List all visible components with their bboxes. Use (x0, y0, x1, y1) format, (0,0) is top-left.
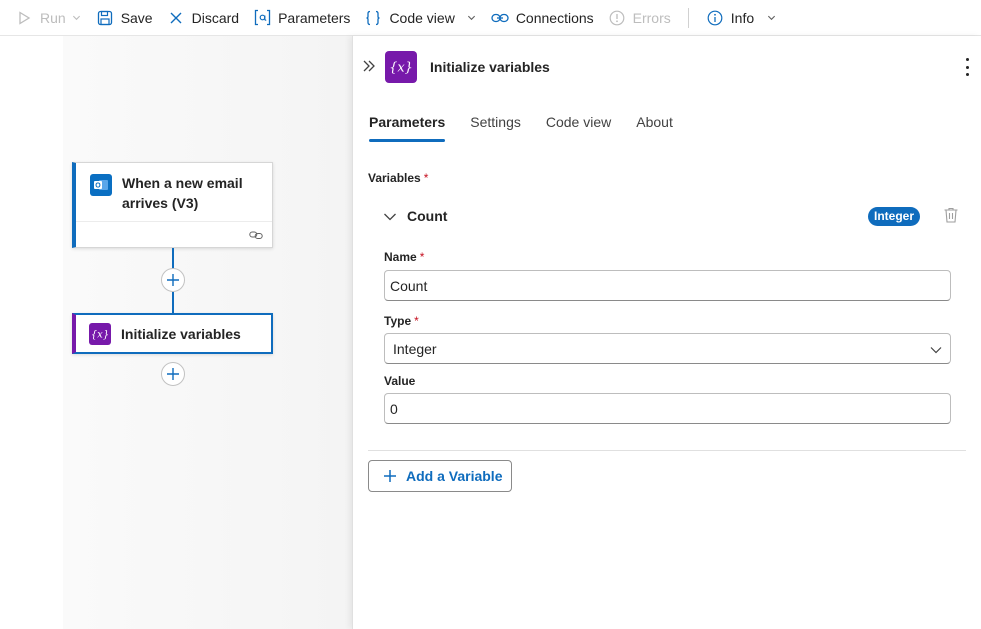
type-badge: Integer (868, 207, 921, 226)
panel-header: {x} Initialize variables (353, 36, 981, 98)
collapse-panel-icon[interactable] (361, 58, 377, 74)
parameters-button[interactable]: Parameters (246, 2, 357, 34)
trigger-card[interactable]: O When a new email arrives (V3) (72, 162, 273, 248)
panel-tabs: Parameters Settings Code view About (369, 110, 698, 142)
plus-icon (383, 469, 397, 483)
braces-icon (364, 9, 382, 27)
variables-icon: {x} (385, 51, 417, 83)
designer-toolbar: Run Save Discard Parameters Code view Co… (0, 0, 981, 36)
connections-label: Connections (515, 9, 594, 26)
required-marker: * (414, 314, 419, 328)
type-label: Type * (384, 314, 419, 328)
run-label: Run (40, 9, 66, 26)
discard-label: Discard (191, 9, 240, 26)
name-input-value: Count (390, 277, 428, 294)
errors-button[interactable]: Errors (601, 2, 678, 34)
save-label: Save (120, 9, 153, 26)
value-label-text: Value (384, 374, 416, 388)
svg-text:O: O (95, 183, 101, 190)
variables-label-text: Variables (368, 171, 421, 185)
value-label: Value (384, 374, 415, 388)
connections-button[interactable]: Connections (484, 2, 601, 34)
panel-title: Initialize variables (430, 59, 550, 75)
connector-line (172, 292, 174, 313)
value-input-value: 0 (390, 400, 398, 417)
add-variable-label: Add a Variable (406, 468, 503, 484)
plus-icon (167, 274, 179, 286)
action-title: Initialize variables (121, 325, 241, 342)
trigger-card-footer (76, 221, 272, 247)
errors-label: Errors (632, 9, 671, 26)
play-icon (15, 9, 33, 27)
tab-code-view[interactable]: Code view (546, 110, 611, 138)
outlook-icon: O (90, 174, 112, 196)
parameters-icon (253, 9, 271, 27)
info-icon (706, 9, 724, 27)
link-icon (249, 228, 263, 242)
save-button[interactable]: Save (89, 2, 160, 34)
delete-icon[interactable] (942, 206, 960, 224)
chevron-down-icon (930, 343, 942, 355)
connector-line (172, 248, 174, 270)
chevron-down-icon (72, 13, 82, 23)
code-view-label: Code view (389, 9, 455, 26)
chevron-down-icon (467, 13, 477, 23)
plus-icon (167, 368, 179, 380)
tab-about[interactable]: About (636, 110, 673, 138)
close-icon (167, 9, 185, 27)
variable-header[interactable]: Count Integer (383, 206, 963, 228)
chevron-down-icon[interactable] (383, 210, 397, 224)
save-icon (96, 9, 114, 27)
variables-icon: {x} (89, 322, 111, 345)
variable-header-name: Count (407, 208, 448, 224)
name-label-text: Name (384, 250, 417, 264)
insert-step-button[interactable] (161, 268, 185, 292)
name-label: Name * (384, 250, 424, 264)
tab-settings[interactable]: Settings (470, 110, 521, 138)
type-dropdown-value: Integer (393, 340, 437, 357)
section-divider (368, 450, 966, 451)
tab-parameters[interactable]: Parameters (369, 110, 446, 142)
workflow-canvas[interactable]: O When a new email arrives (V3) {x} Init… (0, 36, 352, 629)
value-input[interactable]: 0 (384, 393, 951, 424)
add-step-button[interactable] (161, 362, 185, 386)
link-icon (491, 9, 509, 27)
toolbar-divider (687, 7, 689, 28)
name-input[interactable]: Count (384, 270, 951, 301)
run-button[interactable]: Run (8, 2, 89, 34)
required-marker: * (419, 250, 425, 264)
action-details-panel: {x} Initialize variables Parameters Sett… (352, 36, 981, 629)
type-dropdown[interactable]: Integer (384, 333, 951, 364)
type-label-text: Type (384, 314, 412, 328)
info-button[interactable]: Info (699, 2, 783, 34)
code-view-button[interactable]: Code view (357, 2, 483, 34)
discard-button[interactable]: Discard (160, 2, 246, 34)
error-circle-icon (608, 9, 626, 27)
svg-text:{x}: {x} (389, 61, 413, 76)
more-options-icon[interactable] (962, 58, 972, 76)
variables-label: Variables * (368, 171, 428, 185)
info-label: Info (730, 9, 755, 26)
svg-text:{x}: {x} (91, 329, 109, 340)
trigger-title: When a new email arrives (V3) (122, 175, 243, 211)
initialize-variables-card[interactable]: {x} Initialize variables (72, 313, 273, 354)
add-variable-button[interactable]: Add a Variable (368, 460, 512, 492)
chevron-down-icon (766, 13, 776, 23)
parameters-label: Parameters (278, 9, 351, 26)
required-marker: * (423, 171, 429, 185)
